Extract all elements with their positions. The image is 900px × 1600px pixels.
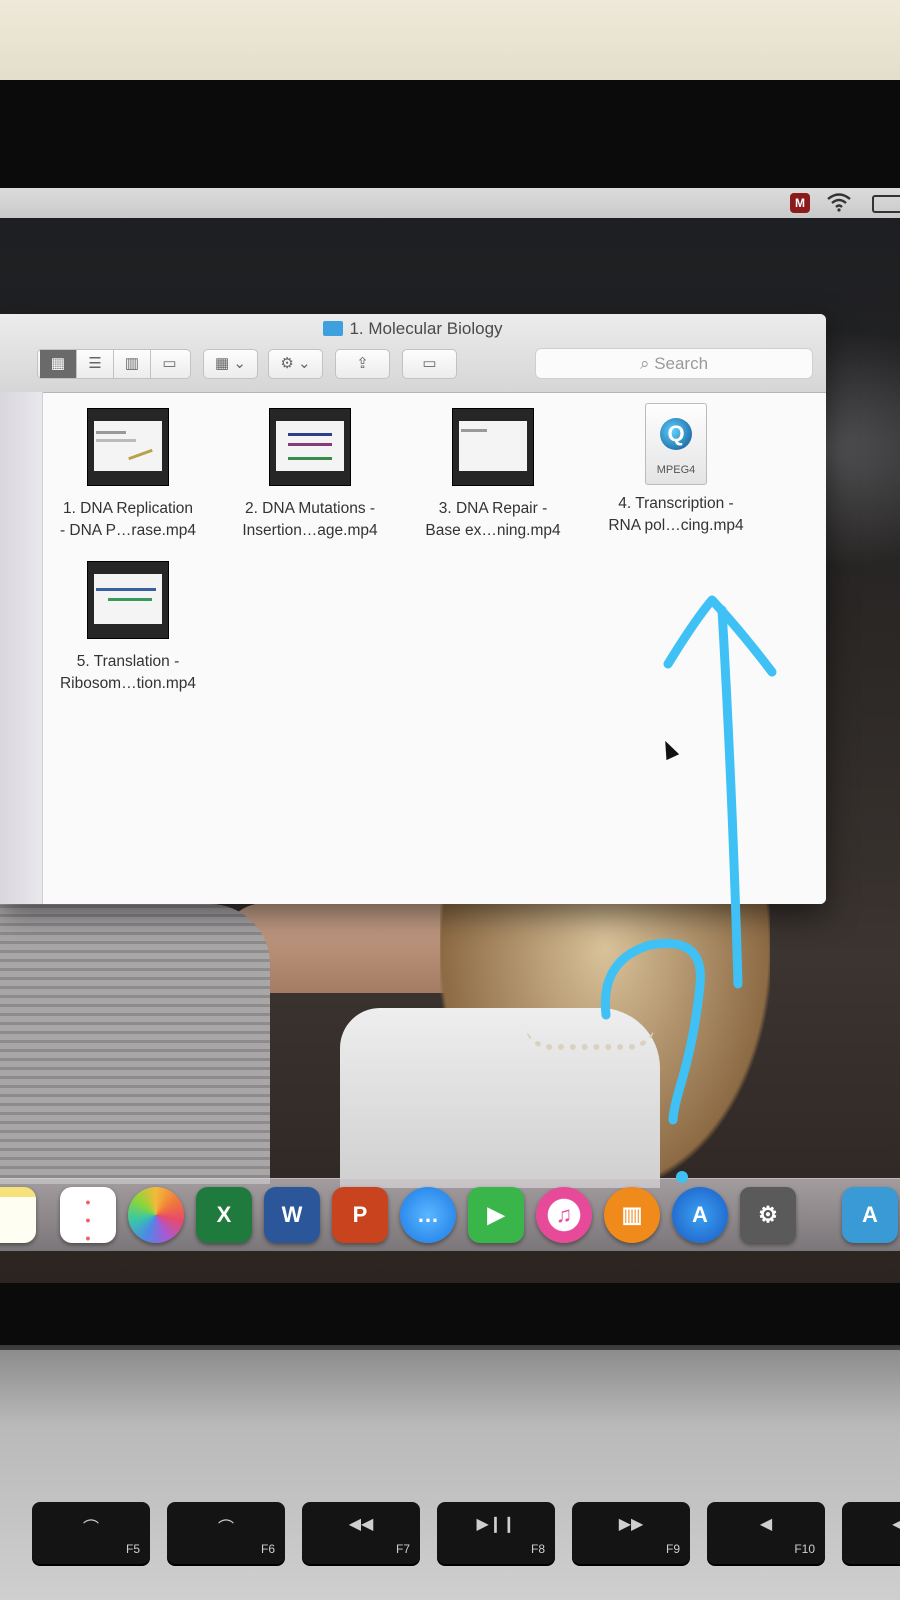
file-name: 4. Transcription - RNA pol…cing.mp4 xyxy=(608,495,744,534)
reminders-icon[interactable]: • • • xyxy=(60,1187,116,1246)
dock: • • • X W P … ▶ ♫ ▥ A ⚙ A xyxy=(0,1178,900,1251)
applications-folder-icon[interactable]: A xyxy=(842,1187,898,1243)
volume-down-icon: ◀) xyxy=(892,1516,900,1533)
file-name: 2. DNA Mutations - Insertion…age.mp4 xyxy=(242,500,378,539)
finder-window[interactable]: 1. Molecular Biology ▦ ☰ ▥ ▭ ▦ ⌄ ⚙ ⌄ ⇪ ▭ ⌕ … xyxy=(0,314,826,904)
file-item[interactable]: 2. DNA Mutations - Insertion…age.mp4 xyxy=(225,408,395,542)
quicktime-icon: Q MPEG4 xyxy=(645,403,707,485)
file-item[interactable]: 5. Translation - Ribosom…tion.mp4 xyxy=(43,561,213,695)
key-f5[interactable]: ⌒ F5 xyxy=(32,1502,150,1564)
search-field[interactable]: ⌕ Search xyxy=(535,348,813,379)
key-f10[interactable]: ◀ F10 xyxy=(707,1502,825,1564)
key-f9[interactable]: ▶▶ F9 xyxy=(572,1502,690,1564)
video-thumbnail-icon xyxy=(452,408,534,486)
file-item[interactable]: 1. DNA Replication - DNA P…rase.mp4 xyxy=(43,408,213,542)
search-placeholder: Search xyxy=(654,354,709,373)
fast-forward-icon: ▶▶ xyxy=(618,1516,644,1533)
key-f7[interactable]: ◀◀ F7 xyxy=(302,1502,420,1564)
keyboard-brightness-up-icon: ⌒ xyxy=(217,1520,234,1537)
key-f6[interactable]: ⌒ F6 xyxy=(167,1502,285,1564)
battery-icon[interactable] xyxy=(872,195,900,213)
wallpaper-necklace xyxy=(525,1024,655,1050)
rewind-icon: ◀◀ xyxy=(348,1516,374,1533)
share-icon: ⇪ xyxy=(356,355,369,372)
window-title-text: 1. Molecular Biology xyxy=(349,319,503,338)
key-f8[interactable]: ▶❙❙ F8 xyxy=(437,1502,555,1564)
arrange-icon: ▦ ⌄ xyxy=(215,355,246,372)
facetime-icon[interactable]: ▶ xyxy=(468,1187,524,1243)
video-thumbnail-icon xyxy=(269,408,351,486)
menu-bar: M xyxy=(0,188,900,218)
excel-icon[interactable]: X xyxy=(196,1187,252,1243)
ibooks-icon[interactable]: ▥ xyxy=(604,1187,660,1243)
app-store-icon[interactable]: A xyxy=(672,1187,728,1243)
powerpoint-icon[interactable]: P xyxy=(332,1187,388,1243)
file-item[interactable]: 3. DNA Repair - Base ex…ning.mp4 xyxy=(408,408,578,542)
column-view-icon[interactable]: ▥ xyxy=(114,350,151,378)
table-surface xyxy=(0,0,900,90)
arrange-button[interactable]: ▦ ⌄ xyxy=(203,349,258,379)
mcafee-icon[interactable]: M xyxy=(790,193,810,213)
messages-icon[interactable]: … xyxy=(400,1187,456,1243)
video-thumbnail-icon xyxy=(87,408,169,486)
play-pause-icon: ▶❙❙ xyxy=(476,1516,516,1533)
action-button[interactable]: ⚙ ⌄ xyxy=(268,349,323,379)
wifi-icon[interactable] xyxy=(826,192,852,217)
tags-button[interactable]: ▭ xyxy=(402,349,457,379)
window-title: 1. Molecular Biology xyxy=(0,319,826,339)
file-name: 3. DNA Repair - Base ex…ning.mp4 xyxy=(425,500,561,539)
list-view-icon[interactable]: ☰ xyxy=(77,350,114,378)
finder-toolbar: 1. Molecular Biology ▦ ☰ ▥ ▭ ▦ ⌄ ⚙ ⌄ ⇪ ▭ ⌕ … xyxy=(0,314,826,393)
search-icon: ⌕ xyxy=(639,354,655,373)
file-name: 1. DNA Replication - DNA P…rase.mp4 xyxy=(59,500,197,539)
tag-icon: ▭ xyxy=(422,355,437,372)
notes-icon[interactable] xyxy=(0,1187,36,1243)
video-thumbnail-icon xyxy=(87,561,169,639)
system-preferences-icon[interactable]: ⚙ xyxy=(740,1187,796,1243)
gear-icon: ⚙ ⌄ xyxy=(280,355,311,372)
photo-scene: M 1. Molecular Biology ▦ ☰ ▥ ▭ ▦ ⌄ ⚙ ⌄ ⇪ ▭ … xyxy=(0,0,900,1600)
itunes-icon[interactable]: ♫ xyxy=(536,1187,592,1243)
file-item[interactable]: Q MPEG4 4. Transcription - RNA pol…cing.mp… xyxy=(591,403,761,537)
share-button[interactable]: ⇪ xyxy=(335,349,390,379)
cover-flow-icon[interactable]: ▭ xyxy=(151,350,188,378)
folder-icon xyxy=(323,321,344,336)
view-mode-control[interactable]: ▦ ☰ ▥ ▭ xyxy=(37,349,191,379)
photos-icon[interactable] xyxy=(128,1187,184,1243)
icon-view-icon[interactable]: ▦ xyxy=(40,350,77,378)
file-name: 5. Translation - Ribosom…tion.mp4 xyxy=(59,653,197,692)
word-icon[interactable]: W xyxy=(264,1187,320,1243)
keyboard-brightness-down-icon: ⌒ xyxy=(82,1520,99,1537)
file-area[interactable]: 1. DNA Replication - DNA P…rase.mp4 2. DN… xyxy=(43,393,826,904)
key-f11[interactable]: ◀) xyxy=(842,1502,900,1564)
sidebar[interactable] xyxy=(0,392,43,904)
desktop-screen: M 1. Molecular Biology ▦ ☰ ▥ ▭ ▦ ⌄ ⚙ ⌄ ⇪ ▭ … xyxy=(0,188,900,1283)
wallpaper-shirt-left xyxy=(0,904,270,1184)
mute-icon: ◀ xyxy=(759,1516,773,1533)
